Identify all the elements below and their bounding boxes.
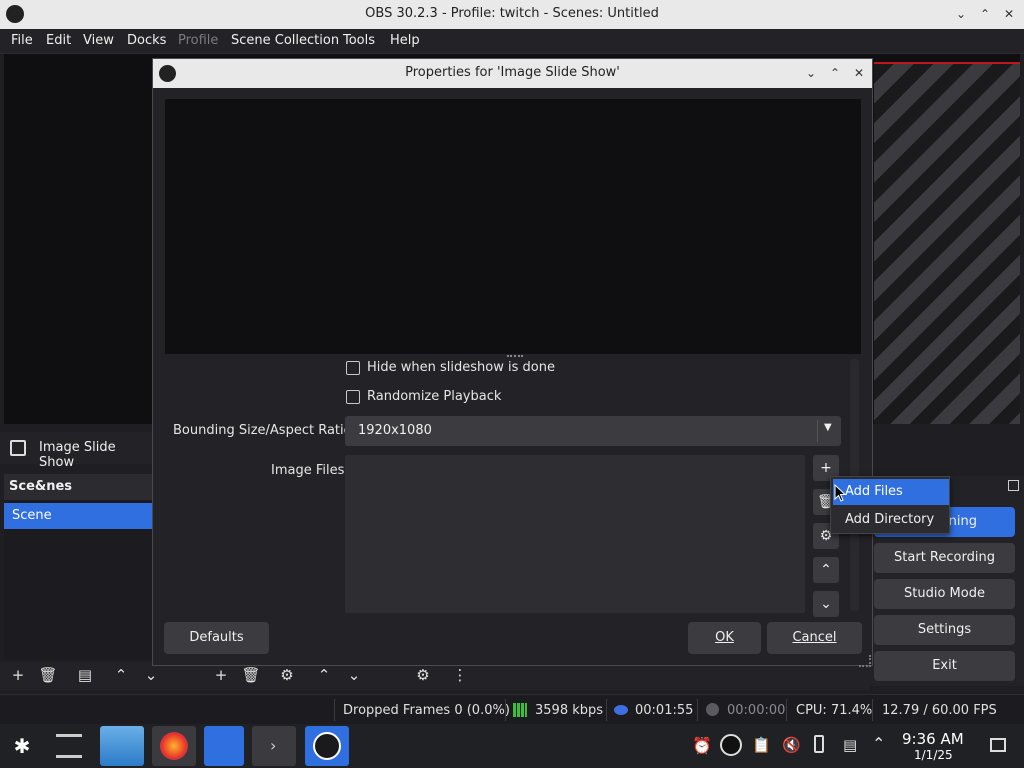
cancel-button[interactable]: Cancel (767, 622, 862, 654)
menu-view[interactable]: View (83, 33, 114, 48)
obs-app-icon[interactable] (305, 726, 349, 766)
maximize-icon[interactable]: ⌃ (977, 6, 993, 22)
trash-icon[interactable]: 🗑 (35, 663, 61, 687)
alarm-icon[interactable]: ⏰ (692, 736, 712, 755)
close-icon[interactable]: ✕ (1001, 6, 1017, 22)
dialog-preview (165, 99, 861, 354)
taskbar: ✱ › ⏰ 📋 🔇 ▤ ⌃ 9:36 AM 1/1/25 (0, 724, 1024, 768)
source-label: Image Slide Show (39, 440, 116, 470)
menu-file[interactable]: File (11, 33, 33, 48)
start-recording-button[interactable]: Start Recording (874, 543, 1015, 573)
bounding-label: Bounding Size/Aspect Ratio (173, 423, 352, 438)
status-bar: Dropped Frames 0 (0.0%) 3598 kbps 00:01:… (0, 694, 1024, 724)
chevron-up-icon[interactable]: ⌃ (311, 663, 337, 687)
menu-edit[interactable]: Edit (46, 33, 71, 48)
firefox-app-icon[interactable] (152, 726, 196, 766)
bitrate: 3598 kbps (535, 703, 604, 718)
plus-icon[interactable]: + (208, 663, 234, 687)
bottom-toolbar: + 🗑 ▤ ⌃ ⌄ + 🗑 ⚙ ⌃ ⌄ ⚙ ⋮ (0, 662, 870, 690)
slideshow-icon (10, 440, 26, 456)
menu-scene-collection[interactable]: Scene Collection (231, 33, 339, 48)
dialog-title-bar: Properties for 'Image Slide Show' ⌄ ⌃ ✕ (153, 59, 872, 88)
source-bar: Image Slide Show (0, 432, 152, 470)
ok-button[interactable]: OK (688, 622, 761, 654)
bounding-select[interactable]: 1920x1080 ▼ (345, 416, 841, 446)
menu-help[interactable]: Help (390, 33, 420, 48)
exit-button[interactable]: Exit (874, 651, 1015, 681)
battery-icon[interactable] (814, 735, 824, 753)
hide-when-done-label[interactable]: Hide when slideshow is done (367, 360, 555, 375)
menu-bar: File Edit View Docks Profile Scene Colle… (0, 29, 1024, 54)
rec-time: 00:00:00 (727, 703, 786, 718)
trash-icon[interactable]: 🗑 (238, 663, 264, 687)
close-icon[interactable]: ✕ (851, 65, 867, 81)
plus-icon[interactable]: + (5, 663, 31, 687)
show-desktop-icon[interactable] (990, 738, 1006, 752)
volume-muted-icon[interactable]: 🔇 (782, 736, 801, 754)
gear-icon[interactable]: ⚙ (410, 663, 436, 687)
clipboard-icon[interactable]: 📋 (752, 736, 771, 754)
record-dot-icon (706, 703, 719, 716)
chevron-up-icon[interactable]: ⌃ (813, 557, 839, 583)
settings-app-icon[interactable] (56, 734, 82, 758)
chevron-down-icon[interactable]: ⌄ (138, 663, 164, 687)
defaults-button[interactable]: Defaults (164, 622, 269, 654)
cancel-label: Cancel (792, 630, 837, 645)
properties-dialog: Properties for 'Image Slide Show' ⌄ ⌃ ✕ … (152, 58, 873, 667)
bounding-value: 1920x1080 (358, 423, 432, 438)
files-app-icon[interactable] (100, 726, 144, 766)
terminal-app-icon[interactable]: › (252, 726, 296, 766)
add-files-menu: Add Files Add Directory (830, 476, 950, 534)
studio-mode-button[interactable]: Studio Mode (874, 579, 1015, 609)
undock-icon[interactable] (1008, 480, 1019, 491)
dialog-title: Properties for 'Image Slide Show' (405, 65, 620, 80)
splitter-handle[interactable] (507, 355, 523, 357)
app-launcher-icon[interactable]: ✱ (10, 734, 34, 758)
hide-when-done-checkbox[interactable] (346, 361, 360, 375)
cpu-usage: CPU: 71.4% (796, 703, 873, 718)
menu-tools[interactable]: Tools (343, 33, 375, 48)
mouse-cursor-icon (834, 484, 846, 502)
main-title-bar: OBS 30.2.3 - Profile: twitch - Scenes: U… (0, 0, 1024, 29)
settings-button[interactable]: Settings (874, 615, 1015, 645)
randomize-label[interactable]: Randomize Playback (367, 389, 501, 404)
maximize-icon[interactable]: ⌃ (827, 65, 843, 81)
menu-docks[interactable]: Docks (127, 33, 166, 48)
minimize-icon[interactable]: ⌄ (953, 6, 969, 22)
add-directory-item[interactable]: Add Directory (833, 508, 949, 532)
scenes-title: Sce&nes (9, 479, 73, 494)
minimize-icon[interactable]: ⌄ (803, 65, 819, 81)
scenes-header: Sce&nes (4, 474, 154, 500)
preview-stripes (874, 62, 1020, 424)
stream-time: 00:01:55 (635, 703, 694, 718)
scene-item[interactable]: Scene (4, 503, 152, 529)
network-icon[interactable]: ▤ (843, 736, 857, 754)
randomize-checkbox[interactable] (346, 390, 360, 404)
menu-profile[interactable]: Profile (178, 33, 218, 48)
store-app-icon[interactable] (204, 726, 244, 766)
clock-time[interactable]: 9:36 AM (902, 730, 964, 748)
window-title: OBS 30.2.3 - Profile: twitch - Scenes: U… (365, 6, 659, 21)
stream-icon (614, 705, 628, 715)
dropped-frames: Dropped Frames 0 (0.0%) (343, 703, 510, 718)
chevron-down-icon[interactable]: ⌄ (341, 663, 367, 687)
gear-icon[interactable]: ⚙ (274, 663, 300, 687)
chevron-up-icon[interactable]: ⌃ (108, 663, 134, 687)
chevron-down-icon[interactable]: ⌄ (813, 591, 839, 617)
chevron-down-icon: ▼ (824, 422, 832, 433)
more-icon[interactable]: ⋮ (447, 663, 473, 687)
resize-grip[interactable] (859, 655, 871, 667)
fps: 12.79 / 60.00 FPS (882, 703, 997, 718)
image-files-list[interactable] (345, 455, 805, 613)
ok-label: OK (715, 630, 734, 645)
filter-icon[interactable]: ▤ (72, 663, 98, 687)
signal-icon (513, 703, 527, 717)
clock-date[interactable]: 1/1/25 (914, 748, 953, 762)
tray-expand-icon[interactable]: ⌃ (872, 734, 885, 753)
image-files-label: Image Files (271, 463, 345, 478)
obs-tray-icon[interactable] (720, 734, 742, 756)
add-files-item[interactable]: Add Files (833, 479, 949, 505)
